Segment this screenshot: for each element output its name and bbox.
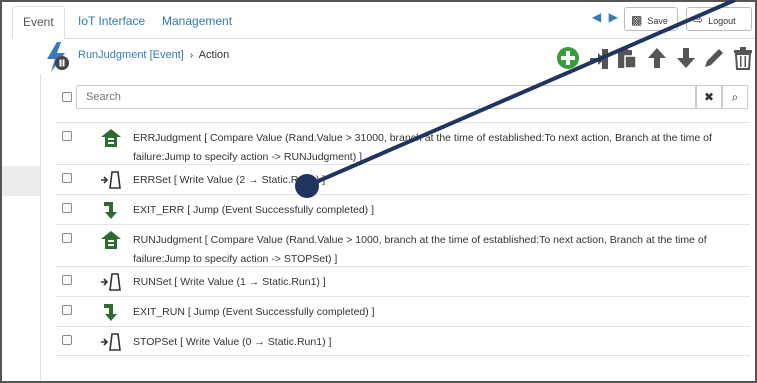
tab-management[interactable]: Management xyxy=(152,6,242,37)
row-checkbox[interactable] xyxy=(62,173,72,183)
tab-bar: Event IoT Interface Management ◀ ▶ ▩ Save… xyxy=(2,2,755,39)
breadcrumb-event-type[interactable]: [Event] xyxy=(150,49,184,61)
action-text: ERRSet [ Write Value (2 → Static.Run1) ] xyxy=(133,174,326,186)
search-input[interactable] xyxy=(76,85,696,109)
action-text: RUNSet [ Write Value (1 → Static.Run1) ] xyxy=(133,276,326,288)
row-checkbox[interactable] xyxy=(62,233,72,243)
write-icon xyxy=(101,333,121,351)
select-all-checkbox[interactable] xyxy=(62,92,72,102)
action-text: EXIT_RUN [ Jump (Event Successfully comp… xyxy=(133,306,375,318)
logout-icon: ⇨ xyxy=(693,13,704,27)
jump-icon xyxy=(104,304,117,321)
nav-arrows-icon[interactable]: ◀ ▶ xyxy=(592,10,620,24)
jump-icon xyxy=(104,202,117,219)
list-item[interactable]: RUNJudgment [ Compare Value (Rand.Value … xyxy=(56,224,750,266)
arrow-up-icon[interactable] xyxy=(645,46,669,70)
left-sidebar-strip xyxy=(2,38,40,381)
tab-iot-interface[interactable]: IoT Interface xyxy=(68,6,155,37)
breadcrumb: RunJudgment [Event] › Action xyxy=(78,49,229,61)
search-row: ✖ ⌕ xyxy=(58,85,748,109)
row-checkbox[interactable] xyxy=(62,305,72,315)
delete-icon[interactable] xyxy=(731,46,755,70)
logout-button-label: Logout xyxy=(708,16,736,26)
clear-search-button[interactable]: ✖ xyxy=(696,85,722,109)
list-item[interactable]: STOPSet [ Write Value (0 → Static.Run1) … xyxy=(56,326,750,356)
list-item[interactable]: ERRJudgment [ Compare Value (Rand.Value … xyxy=(56,122,750,164)
write-icon xyxy=(101,171,121,189)
import-icon[interactable] xyxy=(586,46,610,70)
event-bolt-icon xyxy=(47,42,69,72)
action-text: RUNJudgment [ Compare Value (Rand.Value … xyxy=(133,234,707,265)
logout-button[interactable]: ⇨ Logout xyxy=(686,7,752,31)
save-button[interactable]: ▩ Save xyxy=(624,7,678,31)
app-window: Event IoT Interface Management ◀ ▶ ▩ Save… xyxy=(0,0,757,383)
breadcrumb-separator-icon: › xyxy=(189,50,194,61)
floppy-disk-icon: ▩ xyxy=(631,13,643,27)
sidebar-highlight-band xyxy=(2,166,40,196)
row-checkbox[interactable] xyxy=(62,203,72,213)
action-text: EXIT_ERR [ Jump (Event Successfully comp… xyxy=(133,204,375,216)
list-item[interactable]: RUNSet [ Write Value (1 → Static.Run1) ] xyxy=(56,266,750,296)
action-text: ERRJudgment [ Compare Value (Rand.Value … xyxy=(133,132,712,163)
list-item[interactable]: EXIT_RUN [ Jump (Event Successfully comp… xyxy=(56,296,750,326)
row-checkbox[interactable] xyxy=(62,275,72,285)
paste-icon[interactable] xyxy=(615,46,639,70)
arrow-down-icon[interactable] xyxy=(674,46,698,70)
list-item[interactable]: ERRSet [ Write Value (2 → Static.Run1) ] xyxy=(56,164,750,194)
compare-icon xyxy=(101,231,121,249)
list-item[interactable]: EXIT_ERR [ Jump (Event Successfully comp… xyxy=(56,194,750,224)
action-list: ERRJudgment [ Compare Value (Rand.Value … xyxy=(56,122,750,356)
tab-event[interactable]: Event xyxy=(12,6,65,39)
edit-icon[interactable] xyxy=(702,46,726,70)
action-text: STOPSet [ Write Value (0 → Static.Run1) … xyxy=(133,336,332,348)
add-icon[interactable] xyxy=(556,46,580,70)
breadcrumb-current: Action xyxy=(198,49,230,61)
compare-icon xyxy=(101,129,121,147)
breadcrumb-event-link[interactable]: RunJudgment xyxy=(78,49,147,61)
write-icon xyxy=(101,273,121,291)
search-icon[interactable]: ⌕ xyxy=(722,85,748,109)
save-button-label: Save xyxy=(647,16,668,26)
row-checkbox[interactable] xyxy=(62,335,72,345)
row-checkbox[interactable] xyxy=(62,131,72,141)
